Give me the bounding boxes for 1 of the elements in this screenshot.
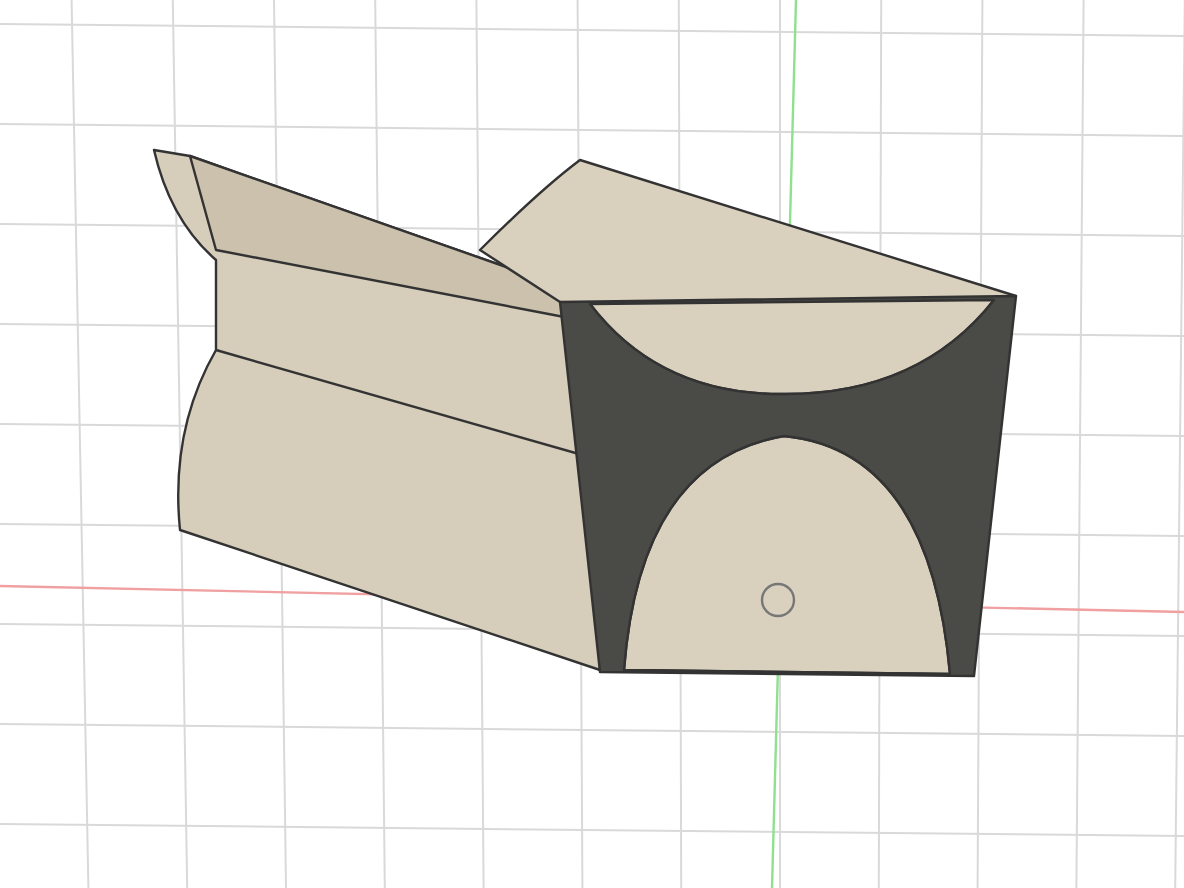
3d-model-drawing[interactable]: [152, 148, 1018, 678]
